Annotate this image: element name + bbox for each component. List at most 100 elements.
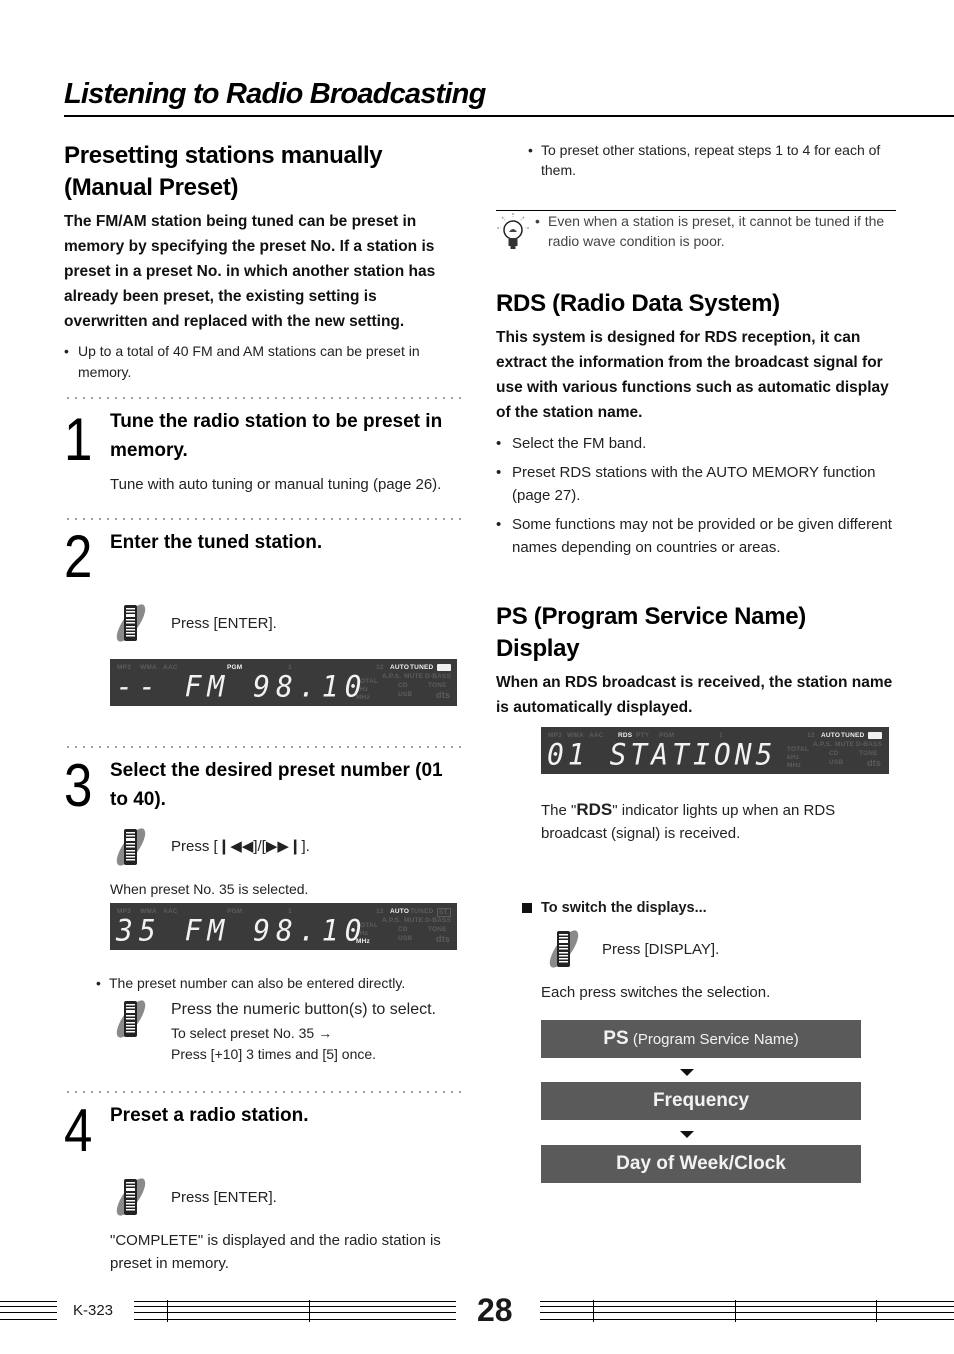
down-arrow-icon [680, 1131, 694, 1138]
ind-tone: TONE [428, 682, 447, 689]
footer-rule [134, 1301, 456, 1320]
divider [64, 746, 466, 748]
ind-dbass: D-BASS [425, 917, 452, 924]
step-action: Press [ENTER]. [171, 615, 277, 632]
footer-tick [309, 1300, 310, 1322]
lcd-display-step2: MP3 WMA AAC PGM 1 12 AUTO TUNED ST. A.P.… [110, 659, 457, 706]
heading-line-1: Presetting stations manually [64, 142, 383, 169]
flow-step-clock: Day of Week/Clock [541, 1145, 861, 1183]
ind-usb: USB [829, 759, 844, 766]
ind-cd: CD [829, 750, 839, 757]
alt-action: Press the numeric button(s) to select. [171, 1001, 436, 1018]
lcd-main-text: -- FM 98.10 [116, 669, 368, 704]
divider [64, 397, 466, 399]
square-bullet-icon [522, 903, 532, 913]
switch-heading: To switch the displays... [541, 900, 707, 916]
ind-tuned: TUNED [410, 664, 434, 671]
step-title: Select the desired preset number (01 to … [110, 760, 443, 810]
ind-auto: AUTO [390, 908, 410, 915]
remote-control-icon [116, 604, 146, 642]
footer-tick [593, 1300, 594, 1322]
footer-tick [876, 1300, 877, 1322]
flow-step-frequency: Frequency [541, 1082, 861, 1120]
ind-dbass: D-BASS [856, 741, 883, 748]
remote-control-icon [116, 1000, 146, 1038]
ps-lead: When an RDS broadcast is received, the s… [496, 674, 893, 716]
remote-control-icon [116, 1178, 146, 1216]
remote-control-icon [549, 930, 579, 968]
flow-rest: (Program Service Name) [628, 1031, 799, 1048]
ind-12: 12 [376, 664, 384, 671]
ind-dts: dts [867, 758, 882, 768]
heading-line-1: PS (Program Service Name) [496, 603, 806, 630]
lcd-display-ps: MP3 WMA AAC RDS PTY PGM 1 12 AUTO TUNED … [541, 727, 889, 774]
heading-line-2: (Manual Preset) [64, 174, 239, 201]
flow-step-ps: PS (Program Service Name) [541, 1020, 861, 1058]
divider [64, 518, 466, 520]
down-arrow-icon [680, 1069, 694, 1076]
rds-badge: RDS [576, 800, 613, 819]
ind-cd: CD [398, 682, 408, 689]
step-title: Enter the tuned station. [110, 532, 323, 553]
footer-rule [0, 1301, 57, 1320]
step-number: 3 [64, 752, 92, 819]
step-result: "COMPLETE" is displayed and the radio st… [110, 1232, 441, 1272]
ind-st: ST. [868, 732, 882, 739]
manual-preset-note: Up to a total of 40 FM and AM stations c… [64, 341, 464, 383]
footer-tick [167, 1300, 168, 1322]
ind-khz: kHz [787, 754, 800, 761]
step-title: Preset a radio station. [110, 1105, 309, 1126]
ind-tone: TONE [859, 750, 878, 757]
repeat-note: To preset other stations, repeat steps 1… [528, 140, 888, 180]
ind-12: 12 [376, 908, 384, 915]
footer-rule [540, 1301, 954, 1320]
lcd-main-text: 01 STATION5 [547, 737, 777, 772]
ind-mhz: MHz [787, 762, 801, 769]
switch-action: Press [DISPLAY]. [602, 941, 720, 958]
ind-dts: dts [436, 934, 451, 944]
heading-line-2: Display [496, 635, 580, 662]
model-number: K-323 [73, 1302, 114, 1319]
tip-text: Even when a station is preset, it cannot… [535, 211, 895, 251]
ind-st: ST. [437, 664, 451, 671]
rds-lead: This system is designed for RDS receptio… [496, 329, 889, 421]
step-title: Tune the radio station to be preset in m… [110, 411, 443, 461]
ind-tuned: TUNED [841, 732, 865, 739]
step-note: The preset number can also be entered di… [96, 973, 466, 993]
lcd-main-text: 35 FM 98.10 [116, 913, 368, 948]
step-body: Tune with auto tuning or manual tuning (… [110, 476, 442, 493]
lightbulb-icon [497, 213, 529, 249]
ind-auto: AUTO [821, 732, 841, 739]
flow-bold: Frequency [652, 1090, 750, 1111]
ind-st: ST. [437, 908, 451, 917]
alt-detail-2: Press [+10] 3 times and [5] once. [171, 1046, 377, 1062]
step-caption: When preset No. 35 is selected. [110, 881, 309, 897]
ind-cd: CD [398, 926, 408, 933]
ind-12: 12 [807, 732, 815, 739]
step-number: 4 [64, 1097, 92, 1164]
flow-bold: PS [603, 1028, 629, 1049]
ind-mute: MUTE [835, 741, 855, 748]
title-rule [64, 115, 954, 117]
step-number: 2 [64, 523, 92, 590]
ind-tone: TONE [428, 926, 447, 933]
ind-aps: A.P.S. [813, 741, 833, 748]
section-heading-rds: RDS (Radio Data System) [496, 290, 780, 317]
rds-bullet: Preset RDS stations with the AUTO MEMORY… [496, 461, 896, 507]
ind-total: TOTAL [787, 746, 810, 753]
page-number: 28 [477, 1292, 513, 1328]
page-title: Listening to Radio Broadcasting [64, 78, 486, 110]
step-action: Press [ENTER]. [171, 1189, 277, 1206]
ind-aps: A.P.S. [382, 673, 402, 680]
section-heading-manual-preset: Presetting stations manually (Manual Pre… [64, 140, 383, 204]
ind-auto: AUTO [390, 664, 410, 671]
ind-mute: MUTE [404, 917, 424, 924]
alt-detail-1: To select preset No. 35 → [171, 1025, 333, 1041]
rds-indicator-note: The "RDS" indicator lights up when an RD… [541, 798, 881, 845]
manual-preset-lead: The FM/AM station being tuned can be pre… [64, 213, 436, 330]
ind-dbass: D-BASS [425, 673, 452, 680]
ind-aps: A.P.S. [382, 917, 402, 924]
footer-tick [735, 1300, 736, 1322]
flow-bold: Day of Week/Clock [616, 1153, 786, 1174]
ind-dts: dts [436, 690, 451, 700]
